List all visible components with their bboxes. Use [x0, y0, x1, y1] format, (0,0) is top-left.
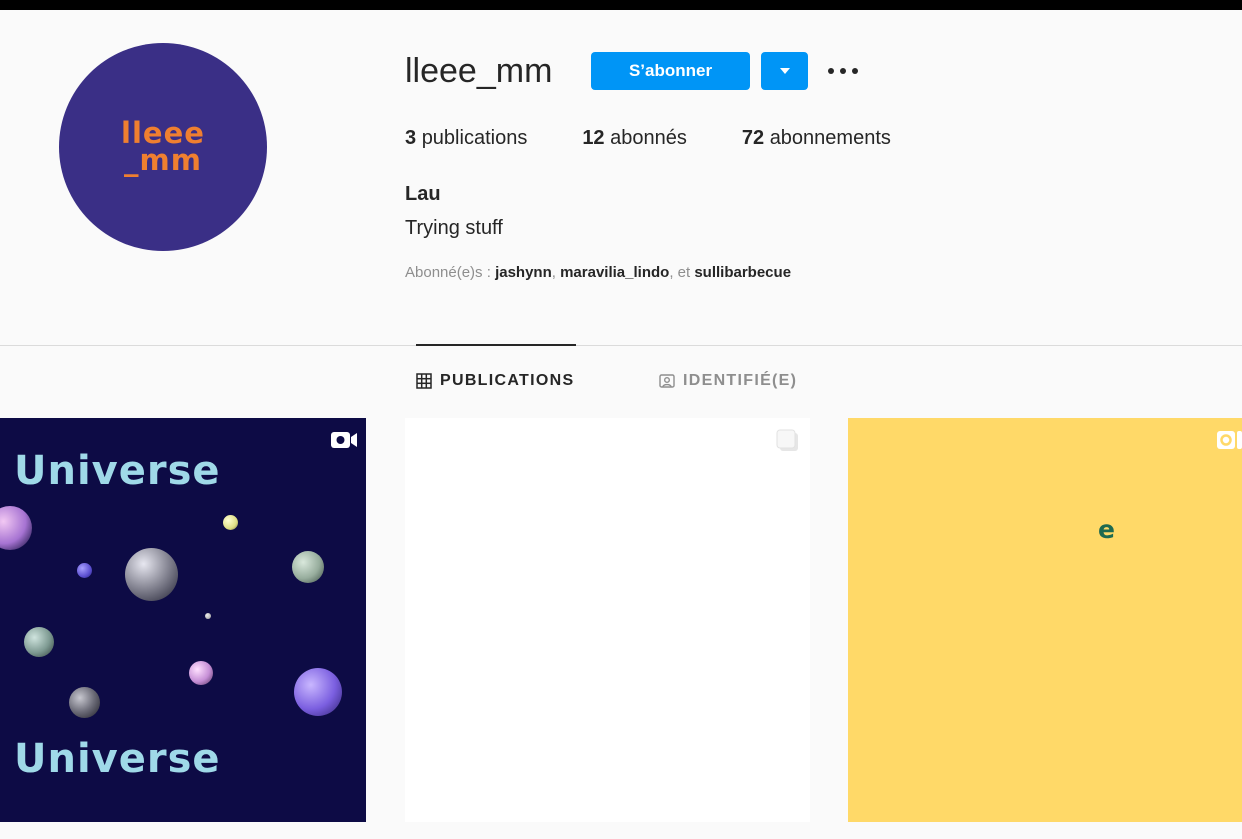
followed-by-separator: ,	[551, 264, 561, 281]
planet	[294, 668, 342, 716]
following-count-value: 72	[741, 127, 765, 149]
tab-publications-label: PUBLICATIONS	[440, 372, 575, 389]
active-tab-indicator	[416, 344, 576, 346]
posts-count-value: 3	[405, 127, 417, 149]
planet	[292, 551, 324, 583]
followers-count[interactable]: 12 abonnés	[582, 127, 687, 150]
followed-by: Abonné(e)s : jashynn, maravilia_lindo, e…	[405, 264, 791, 281]
followed-by-conjunction: , et	[669, 264, 695, 281]
suggested-accounts-dropdown-button[interactable]	[761, 52, 808, 90]
followed-by-user-link[interactable]: maravilia_lindo	[560, 264, 669, 281]
post-letter: e	[1098, 515, 1115, 544]
planet	[0, 506, 32, 550]
post-text-top: Universe	[14, 448, 221, 494]
followed-by-user-link[interactable]: jashynn	[495, 264, 552, 281]
following-count[interactable]: 72 abonnements	[742, 127, 891, 150]
post-text-bottom: Universe	[14, 736, 221, 782]
planet	[223, 515, 238, 530]
tab-publications[interactable]: PUBLICATIONS	[416, 372, 574, 390]
planet	[24, 627, 54, 657]
post-thumbnail[interactable]: Universe Universe	[0, 418, 366, 822]
profile-bio: Trying stuff	[405, 217, 503, 239]
profile-stats: 3 publications 12 abonnés 72 abonnements	[405, 127, 946, 150]
profile-username: lleee_mm	[405, 52, 553, 90]
caret-down-icon	[779, 68, 790, 74]
following-count-label: abonnements	[769, 127, 891, 149]
tagged-person-icon	[659, 374, 675, 388]
planet	[69, 687, 100, 718]
followed-by-prefix: Abonné(e)s :	[405, 264, 496, 281]
tabs-divider	[0, 345, 1242, 346]
carousel-icon	[776, 429, 798, 451]
followed-by-user-link[interactable]: sullibarbecue	[694, 264, 791, 281]
post-thumbnail[interactable]: e	[848, 418, 1242, 822]
planet	[189, 661, 213, 685]
post-thumbnail[interactable]	[405, 418, 810, 822]
video-camera-icon	[331, 432, 357, 448]
profile-full-name: Lau	[405, 183, 441, 205]
ellipsis-icon	[828, 68, 858, 74]
more-options-button[interactable]	[826, 60, 860, 82]
planet	[205, 613, 211, 619]
igtv-icon	[1217, 431, 1242, 449]
tab-tagged[interactable]: IDENTIFIÉ(E)	[659, 372, 797, 390]
avatar-text-line2: _mm	[124, 143, 202, 177]
followers-count-value: 12	[582, 127, 605, 149]
profile-avatar[interactable]: lleee _mm	[59, 43, 267, 251]
planet	[77, 563, 92, 578]
planet	[125, 548, 178, 601]
follow-button[interactable]: S’abonner	[591, 52, 750, 90]
tab-tagged-label: IDENTIFIÉ(E)	[683, 372, 798, 389]
posts-count: 3 publications	[405, 127, 527, 150]
posts-count-label: publications	[421, 127, 528, 149]
followers-count-label: abonnés	[610, 127, 687, 149]
grid-icon	[416, 373, 432, 389]
window-top-bar	[0, 0, 1242, 10]
